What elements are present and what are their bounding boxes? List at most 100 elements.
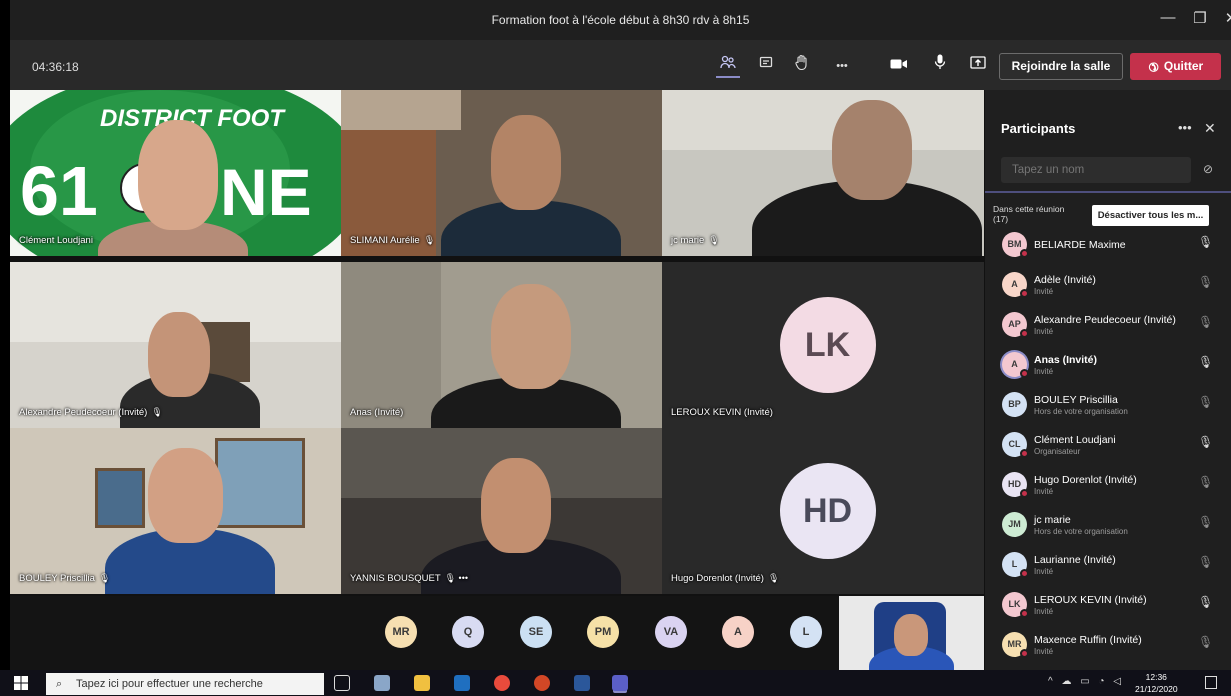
- participant-name: LEROUX KEVIN (Invité): [1034, 594, 1147, 606]
- mute-all-button[interactable]: Désactiver tous les m...: [1092, 205, 1209, 226]
- participant-role: Invité: [1034, 367, 1054, 376]
- participant-face: [832, 100, 912, 200]
- overflow-avatar[interactable]: SE: [520, 616, 552, 648]
- video-tile[interactable]: jc marie 🎙: [662, 90, 993, 256]
- participant-name: jc marie: [1034, 514, 1071, 526]
- notifications-icon[interactable]: [1205, 676, 1217, 689]
- participant-face: [148, 448, 223, 543]
- leave-call-button[interactable]: ✆ Quitter: [1130, 53, 1221, 80]
- more-options-icon[interactable]: •••: [830, 54, 854, 78]
- participant-row[interactable]: A Adèle (Invité) Invité 🎙: [1001, 266, 1226, 304]
- tile-name: YANNIS BOUSQUET 🎙 •••: [350, 573, 469, 584]
- participant-role: Hors de votre organisation: [1034, 527, 1128, 536]
- mic-muted-icon: 🎙: [1198, 275, 1214, 289]
- video-tile[interactable]: DISTRICT FOOT 61 NE Clément Loudjani: [10, 90, 341, 256]
- overflow-avatar[interactable]: A: [722, 616, 754, 648]
- search-icon: ⌕: [56, 678, 63, 690]
- task-view-icon[interactable]: [334, 675, 350, 691]
- participants-icon[interactable]: [716, 54, 740, 78]
- chrome-icon[interactable]: [494, 675, 510, 691]
- participant-row[interactable]: CL Clément Loudjani Organisateur 🎙: [1001, 426, 1226, 464]
- video-tile[interactable]: BOULEY Priscillia 🎙: [10, 428, 341, 594]
- overflow-avatar[interactable]: PM: [587, 616, 619, 648]
- overflow-participants-row: MR Q SE PM VA A L: [10, 596, 984, 670]
- outlook-icon[interactable]: [454, 675, 470, 691]
- app-icon[interactable]: [374, 675, 390, 691]
- mic-muted-icon: 🎙: [1198, 635, 1214, 649]
- participant-row[interactable]: BP BOULEY Priscillia Hors de votre organ…: [1001, 386, 1226, 424]
- chat-icon[interactable]: [754, 54, 778, 78]
- participant-face: [491, 284, 571, 389]
- panel-close-icon[interactable]: ✕: [1204, 120, 1216, 137]
- mic-muted-icon: 🎙: [767, 573, 780, 583]
- participant-avatar: MR: [1002, 632, 1029, 658]
- join-room-button[interactable]: Rejoindre la salle: [999, 53, 1123, 80]
- participant-row[interactable]: LK LEROUX KEVIN (Invité) Invité 🎙: [1001, 586, 1226, 624]
- tile-name: SLIMANI Aurélie 🎙: [350, 235, 436, 246]
- taskbar-clock[interactable]: 12:36 21/12/2020: [1135, 671, 1178, 695]
- word-icon[interactable]: [574, 675, 590, 691]
- participant-face: [481, 458, 551, 553]
- tile-name: Anas (Invité): [350, 407, 404, 418]
- mic-muted-icon: 🎙: [151, 407, 163, 417]
- participant-row[interactable]: BM BELIARDE Maxime 🎙: [1001, 226, 1226, 264]
- participant-role: Invité: [1034, 287, 1054, 296]
- raise-hand-icon[interactable]: [790, 54, 814, 78]
- overflow-avatar[interactable]: L: [790, 616, 822, 648]
- participant-row[interactable]: JM jc marie Hors de votre organisation 🎙: [1001, 506, 1226, 544]
- powerpoint-icon[interactable]: [534, 675, 550, 691]
- mic-icon: 🎙: [1198, 595, 1214, 609]
- panel-title: Participants: [1001, 121, 1076, 136]
- teams-icon[interactable]: [612, 675, 628, 691]
- participant-row[interactable]: AP Alexandre Peudecoeur (Invité) Invité …: [1001, 306, 1226, 344]
- video-tile[interactable]: HD Hugo Dorenlot (Invité) 🎙: [662, 428, 993, 594]
- taskbar-search-input[interactable]: ⌕ Tapez ici pour effectuer une recherche: [46, 673, 324, 695]
- self-view-video[interactable]: [839, 596, 984, 670]
- phone-hangup-icon: ✆: [1144, 58, 1162, 76]
- mic-muted-icon: 🎙: [1198, 555, 1214, 569]
- overflow-avatar[interactable]: VA: [655, 616, 687, 648]
- participant-role: Organisateur: [1034, 447, 1081, 456]
- windows-start-icon[interactable]: [14, 676, 28, 695]
- maximize-button[interactable]: ❐: [1185, 9, 1215, 27]
- call-timer: 04:36:18: [32, 60, 79, 74]
- participant-avatar: CL: [1002, 432, 1029, 458]
- participant-name: Anas (Invité): [1034, 354, 1098, 366]
- meeting-section-label[interactable]: Dans cette réunion (17): [993, 204, 1064, 224]
- participant-face: [138, 120, 218, 230]
- participant-name: BELIARDE Maxime: [1034, 239, 1126, 251]
- participant-name: Alexandre Peudecoeur (Invité): [1034, 314, 1176, 326]
- tile-name: BOULEY Priscillia 🎙: [19, 573, 111, 584]
- svg-text:NE: NE: [220, 155, 312, 229]
- file-explorer-icon[interactable]: [414, 675, 430, 691]
- system-tray-icons[interactable]: ^ ☁ ▭ ◔ ◁: [1048, 676, 1124, 687]
- close-button[interactable]: ✕: [1216, 9, 1231, 27]
- participant-name: Maxence Ruffin (Invité): [1034, 634, 1142, 646]
- overflow-avatar[interactable]: MR: [385, 616, 417, 648]
- share-invite-icon[interactable]: ⊘: [1203, 162, 1213, 176]
- participant-row[interactable]: MR Maxence Ruffin (Invité) Invité 🎙: [1001, 626, 1226, 664]
- video-tile[interactable]: Alexandre Peudecoeur (Invité) 🎙: [10, 262, 341, 428]
- microphone-icon[interactable]: [928, 54, 952, 78]
- video-tile[interactable]: LK LEROUX KEVIN (Invité): [662, 262, 993, 428]
- video-tile[interactable]: SLIMANI Aurélie 🎙: [341, 90, 672, 256]
- share-screen-icon[interactable]: [966, 54, 990, 78]
- participant-row[interactable]: HD Hugo Dorenlot (Invité) Invité 🎙: [1001, 466, 1226, 504]
- participant-avatar: JM: [1002, 512, 1027, 537]
- minimize-button[interactable]: —: [1153, 9, 1183, 26]
- overflow-avatar[interactable]: Q: [452, 616, 484, 648]
- participant-avatar: LK: [779, 297, 876, 393]
- window-title: Formation foot à l'école début à 8h30 rd…: [491, 13, 750, 27]
- video-tile[interactable]: YANNIS BOUSQUET 🎙 •••: [341, 428, 672, 594]
- participant-avatar: BP: [1002, 392, 1027, 417]
- participant-avatar: BM: [1002, 232, 1029, 258]
- video-tile[interactable]: Anas (Invité): [341, 262, 672, 428]
- participant-search-input[interactable]: [1001, 157, 1191, 183]
- participant-avatar: A: [1002, 352, 1029, 378]
- panel-more-icon[interactable]: •••: [1178, 120, 1192, 135]
- mic-icon: 🎙: [1198, 355, 1214, 369]
- participant-role: Invité: [1034, 567, 1054, 576]
- participant-row[interactable]: L Laurianne (Invité) Invité 🎙: [1001, 546, 1226, 584]
- camera-icon[interactable]: [887, 54, 911, 78]
- participant-row[interactable]: A Anas (Invité) Invité 🎙: [1001, 346, 1226, 384]
